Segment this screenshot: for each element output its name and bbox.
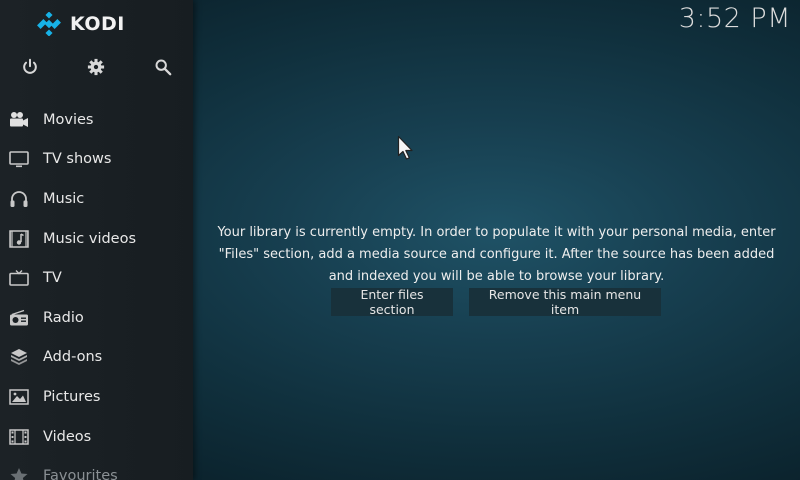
radio-icon: [8, 309, 30, 327]
menu-item-videos[interactable]: Videos: [0, 417, 193, 457]
film-strip-icon: [8, 428, 30, 446]
main-menu: Movies TV shows Music Music videos TV Ra…: [0, 100, 193, 480]
movie-camera-icon: [8, 111, 30, 129]
menu-item-label: Music videos: [43, 230, 137, 247]
action-buttons: Enter files section Remove this main men…: [331, 287, 661, 317]
enter-files-section-button[interactable]: Enter files section: [331, 287, 453, 317]
menu-item-label: TV shows: [43, 151, 112, 168]
power-button[interactable]: [17, 54, 43, 80]
menu-item-label: Radio: [43, 309, 84, 326]
empty-library-text: Your library is currently empty. In orde…: [217, 225, 776, 284]
search-button[interactable]: [150, 54, 176, 80]
menu-item-label: Movies: [43, 111, 94, 128]
kodi-home-screen: KODI Movies TV shows Music Music videos …: [0, 0, 800, 480]
kodi-logo: KODI: [37, 11, 125, 37]
menu-item-pictures[interactable]: Pictures: [0, 377, 193, 417]
menu-item-music-videos[interactable]: Music videos: [0, 219, 193, 259]
remove-menu-item-button[interactable]: Remove this main menu item: [469, 287, 661, 317]
mouse-pointer-icon: [397, 135, 413, 160]
menu-item-radio[interactable]: Radio: [0, 298, 193, 338]
tv-icon: [8, 150, 30, 168]
menu-item-label: Add-ons: [43, 349, 103, 366]
television-icon: [8, 269, 30, 287]
sidebar: KODI Movies TV shows Music Music videos …: [0, 0, 193, 480]
menu-item-add-ons[interactable]: Add-ons: [0, 338, 193, 378]
clock: 3:52 PM: [678, 3, 791, 34]
menu-item-tv-shows[interactable]: TV shows: [0, 140, 193, 180]
settings-button[interactable]: [83, 54, 109, 80]
picture-icon: [8, 388, 30, 406]
menu-item-label: TV: [43, 270, 62, 287]
headphones-icon: [8, 190, 30, 208]
music-video-icon: [8, 229, 30, 248]
menu-item-label: Music: [43, 190, 85, 207]
menu-item-favourites[interactable]: Favourites: [0, 456, 193, 480]
kodi-logo-icon: [37, 12, 61, 36]
addons-box-icon: [8, 348, 30, 366]
gear-icon: [87, 58, 105, 76]
menu-item-label: Videos: [43, 428, 92, 445]
menu-item-label: Pictures: [43, 388, 101, 405]
app-name: KODI: [70, 13, 125, 35]
star-icon: [8, 467, 30, 480]
menu-item-label: Favourites: [43, 468, 118, 480]
empty-library-message: Your library is currently empty. In orde…: [193, 222, 800, 288]
menu-item-music[interactable]: Music: [0, 179, 193, 219]
search-icon: [155, 59, 172, 76]
menu-item-movies[interactable]: Movies: [0, 100, 193, 140]
menu-item-tv[interactable]: TV: [0, 258, 193, 298]
power-icon: [23, 58, 37, 74]
